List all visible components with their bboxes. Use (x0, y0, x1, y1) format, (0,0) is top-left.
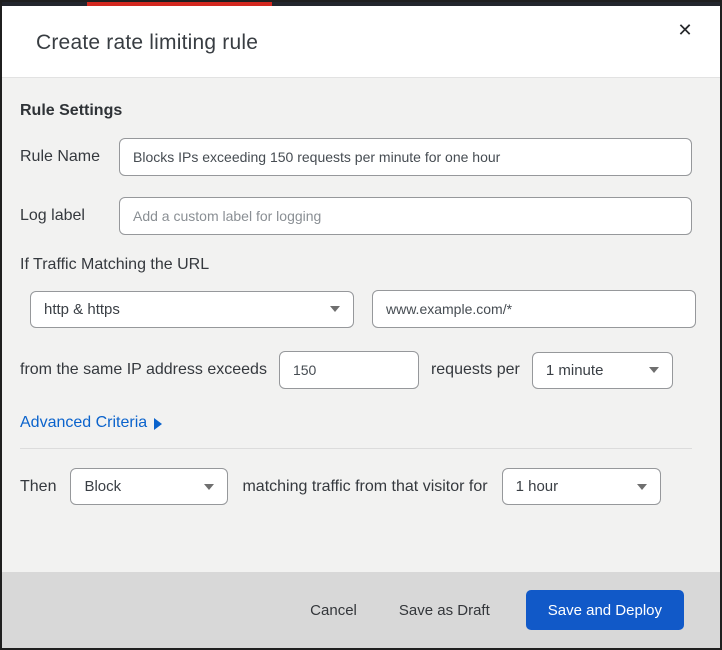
rule-name-row: Rule Name (20, 138, 692, 176)
threshold-middle-text: requests per (430, 361, 520, 378)
then-label: Then (20, 477, 57, 495)
action-middle-text: matching traffic from that visitor for (242, 477, 488, 495)
rule-name-input[interactable] (119, 138, 692, 176)
close-icon[interactable]: ✕ (672, 18, 698, 44)
threshold-prefix-text: from the same IP address exceeds (20, 361, 267, 378)
save-and-deploy-button[interactable]: Save and Deploy (525, 590, 684, 630)
log-label-input[interactable] (119, 197, 692, 235)
expand-arrow-icon (154, 417, 163, 430)
chevron-down-icon (204, 483, 215, 490)
modal-footer: Cancel Save as Draft Save and Deploy (2, 572, 720, 648)
url-pattern-input[interactable] (372, 290, 696, 328)
action-select[interactable]: Block (70, 468, 229, 505)
duration-select-value: 1 hour (515, 478, 559, 495)
background-page-remnant (2, 2, 720, 6)
section-divider (20, 448, 692, 449)
modal-title: Create rate limiting rule (36, 30, 259, 54)
duration-select[interactable]: 1 hour (501, 468, 661, 505)
period-select[interactable]: 1 minute (531, 351, 673, 389)
url-match-row: http & https (30, 290, 696, 328)
chevron-down-icon (330, 306, 340, 312)
request-count-input[interactable] (278, 351, 419, 389)
modal-header: Create rate limiting rule ✕ (2, 2, 720, 78)
save-as-draft-button[interactable]: Save as Draft (393, 594, 496, 627)
rule-name-label: Rule Name (20, 148, 101, 165)
advanced-criteria-link[interactable]: Advanced Criteria (20, 414, 163, 432)
modal-body: Rule Settings Rule Name Log label If Tra… (2, 78, 720, 572)
scheme-select-value: http & https (44, 300, 120, 318)
scheme-select[interactable]: http & https (30, 290, 354, 328)
threshold-row: from the same IP address exceeds request… (20, 351, 692, 389)
cancel-button[interactable]: Cancel (304, 594, 363, 627)
rule-settings-heading: Rule Settings (20, 102, 123, 119)
log-label-row: Log label (20, 197, 692, 235)
log-label-label: Log label (20, 207, 85, 224)
period-select-value: 1 minute (545, 361, 604, 379)
rate-limit-modal: Create rate limiting rule ✕ Rule Setting… (0, 0, 722, 650)
advanced-criteria-label: Advanced Criteria (20, 414, 148, 431)
background-red-bar (87, 2, 272, 6)
traffic-match-heading: If Traffic Matching the URL (20, 256, 210, 273)
chevron-down-icon (648, 367, 659, 373)
action-row: Then Block matching traffic from that vi… (20, 468, 692, 505)
chevron-down-icon (636, 483, 647, 490)
action-select-value: Block (84, 478, 122, 495)
